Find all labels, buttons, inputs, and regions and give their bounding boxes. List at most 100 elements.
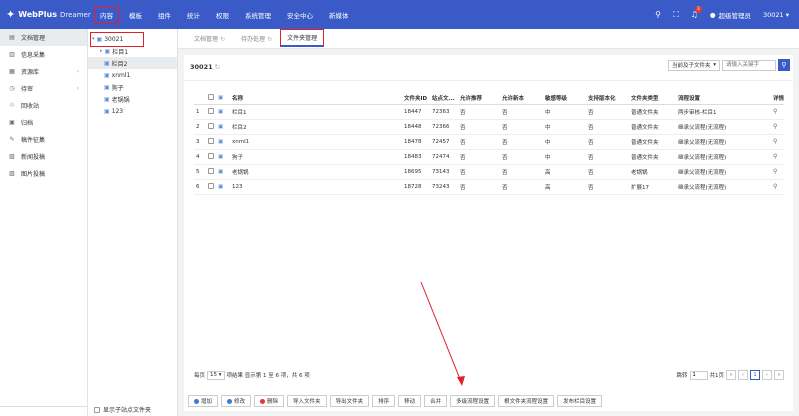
show-subsite-folders[interactable]: 显示子站点文件夹 (94, 405, 151, 414)
action-button[interactable]: 根文件夹流程设置 (498, 395, 555, 407)
sidebar-item[interactable]: ▦ 资源库 › (0, 63, 87, 80)
current-page-button[interactable]: 1 (750, 370, 760, 380)
magnifier-icon[interactable]: ⚲ (773, 168, 777, 175)
table-row[interactable]: 1 ▣ 栏目1 18447 72363 否否中否普通文件夹 两步审核-栏目1 ⚲ (194, 104, 784, 120)
col-site[interactable]: 站点文... (430, 92, 458, 105)
site-selector[interactable]: 30021 ▾ (763, 11, 789, 19)
row-select[interactable] (206, 179, 216, 195)
magnifier-icon[interactable]: ⚲ (773, 183, 777, 190)
cell-detail[interactable]: ⚲ (771, 149, 784, 165)
magnifier-icon[interactable]: ⚲ (773, 138, 777, 145)
col-name[interactable]: 名称 (230, 92, 402, 105)
tab-document-management[interactable]: 文档管理 ↻ (186, 34, 233, 48)
table-row[interactable]: 5 ▣ 老锅锅 18695 73143 否否高否老锅锅 继承父流程(无流程) ⚲ (194, 164, 784, 180)
select-all-checkbox[interactable] (208, 93, 214, 100)
first-page-button[interactable]: « (726, 370, 736, 380)
refresh-icon[interactable]: ↻ (267, 36, 272, 43)
table-row[interactable]: 2 ▣ 栏目2 18448 72366 否否中否普通文件夹 继承父流程(无流程) ⚲ (194, 119, 784, 135)
sidebar-item[interactable]: ▥ 信息采集 (0, 46, 87, 63)
col-workflow[interactable]: 流程设置 (676, 92, 771, 105)
nav-system[interactable]: 系统管理 (237, 0, 279, 29)
row-checkbox[interactable] (208, 122, 214, 129)
tree-node[interactable]: ▣ 老锅锅 (88, 93, 177, 105)
sidebar-item[interactable]: ▨ 图片投稿 (0, 165, 87, 182)
tree-node[interactable]: ▣ 狗子 (88, 81, 177, 93)
action-button[interactable]: 多级流程设置 (450, 395, 496, 407)
col-sensitivity[interactable]: 敏感等级 (543, 92, 586, 105)
table-row[interactable]: 4 ▣ 狗子 18483 72474 否否中否普通文件夹 继承父流程(无流程) ⚲ (194, 149, 784, 165)
row-checkbox[interactable] (208, 182, 214, 189)
search-input[interactable] (722, 59, 776, 71)
scope-select[interactable]: 当前及子文件夹 ▾ (668, 59, 720, 71)
caret-down-icon[interactable]: ▾ (92, 36, 95, 42)
refresh-icon[interactable]: ↻ (215, 63, 220, 71)
sidebar-item[interactable]: ♲ 回收站 (0, 97, 87, 114)
sidebar-item[interactable]: ▣ 归档 (0, 114, 87, 131)
nav-security[interactable]: 安全中心 (279, 0, 321, 29)
row-checkbox[interactable] (208, 167, 214, 174)
tree-node[interactable]: ▣ 栏目2 (88, 57, 177, 69)
tree-root-node[interactable]: ▾ ▣ 30021 (90, 32, 177, 47)
sidebar-item[interactable]: ▤ 文档管理 (0, 29, 87, 46)
next-page-button[interactable]: › (762, 370, 772, 380)
action-button[interactable]: 导入文件夹 (287, 395, 327, 407)
row-checkbox[interactable] (208, 152, 214, 159)
row-select[interactable] (206, 149, 216, 165)
row-select[interactable] (206, 164, 216, 180)
row-select[interactable] (206, 104, 216, 120)
cell-detail[interactable]: ⚲ (771, 104, 784, 120)
col-allow-new[interactable]: 允许新本 (500, 92, 543, 105)
nav-content[interactable]: 内容 (92, 0, 121, 29)
action-button[interactable]: 导出文件夹 (329, 395, 370, 407)
action-button[interactable]: 修改 (221, 395, 252, 407)
tree-node[interactable]: ▣ xnml1 (88, 69, 177, 81)
table-row[interactable]: 3 ▣ xnml1 18478 72457 否否中否普通文件夹 继承父流程(无流程) ⚲ (194, 134, 784, 150)
sidebar-item[interactable]: ▧ 新闻投稿 (0, 148, 87, 165)
search-icon[interactable]: ⚲ (655, 10, 661, 19)
row-select[interactable] (206, 119, 216, 135)
tab-pending[interactable]: 待办处理 ↻ (233, 34, 280, 48)
nav-component[interactable]: 组件 (150, 0, 179, 29)
sidebar-item[interactable]: ✎ 稿件征集 (0, 131, 87, 148)
nav-stats[interactable]: 统计 (179, 0, 208, 29)
per-page-select[interactable]: 15 ▾ (207, 370, 225, 380)
jump-input[interactable] (689, 370, 708, 380)
col-versioning[interactable]: 支持版本化 (586, 92, 629, 105)
magnifier-icon[interactable]: ⚲ (773, 123, 777, 130)
row-checkbox[interactable] (208, 107, 214, 114)
nav-permission[interactable]: 权限 (208, 0, 237, 29)
expand-icon[interactable]: ⛶ (673, 10, 679, 20)
sidebar-item[interactable]: ◷ 待审 › (0, 80, 87, 97)
magnifier-icon[interactable]: ⚲ (773, 108, 777, 115)
search-button[interactable]: ⚲ (778, 59, 790, 71)
action-button[interactable]: 发布栏目设置 (557, 395, 603, 407)
row-select[interactable] (206, 134, 216, 150)
action-button[interactable]: 移动 (398, 395, 422, 407)
cell-name[interactable]: 栏目2 (230, 119, 402, 135)
col-folder-type[interactable]: 文件夹类型 (629, 92, 676, 105)
cell-detail[interactable]: ⚲ (771, 179, 784, 195)
cell-name[interactable]: 狗子 (230, 149, 402, 165)
action-button[interactable]: 增加 (188, 395, 219, 407)
caret-right-icon[interactable]: ▸ (100, 48, 103, 54)
row-checkbox[interactable] (208, 137, 214, 144)
table-row[interactable]: 6 ▣ 123 18728 73243 否否高否扩展17 继承父流程(无流程) ⚲ (194, 179, 784, 195)
cell-name[interactable]: xnml1 (230, 134, 402, 150)
cell-detail[interactable]: ⚲ (771, 134, 784, 150)
col-select-all[interactable] (206, 92, 216, 105)
cell-name[interactable]: 123 (230, 179, 402, 195)
magnifier-icon[interactable]: ⚲ (773, 153, 777, 160)
tree-node[interactable]: ▣ 123 (88, 105, 177, 117)
col-folder-id[interactable]: 文件夹ID (402, 92, 430, 105)
last-page-button[interactable]: » (774, 370, 784, 380)
cell-name[interactable]: 老锅锅 (230, 164, 402, 180)
nav-new-media[interactable]: 新媒体 (321, 0, 357, 29)
prev-page-button[interactable]: ‹ (738, 370, 748, 380)
user-menu[interactable]: ● 超级管理员 (710, 10, 751, 20)
action-button[interactable]: 合并 (424, 395, 448, 407)
cell-detail[interactable]: ⚲ (771, 119, 784, 135)
cell-name[interactable]: 栏目1 (230, 104, 402, 120)
show-subsite-checkbox[interactable] (94, 406, 100, 413)
bell-icon[interactable]: ♫ 3 (691, 6, 702, 19)
tab-folder-management[interactable]: 文件夹管理 (280, 29, 325, 47)
